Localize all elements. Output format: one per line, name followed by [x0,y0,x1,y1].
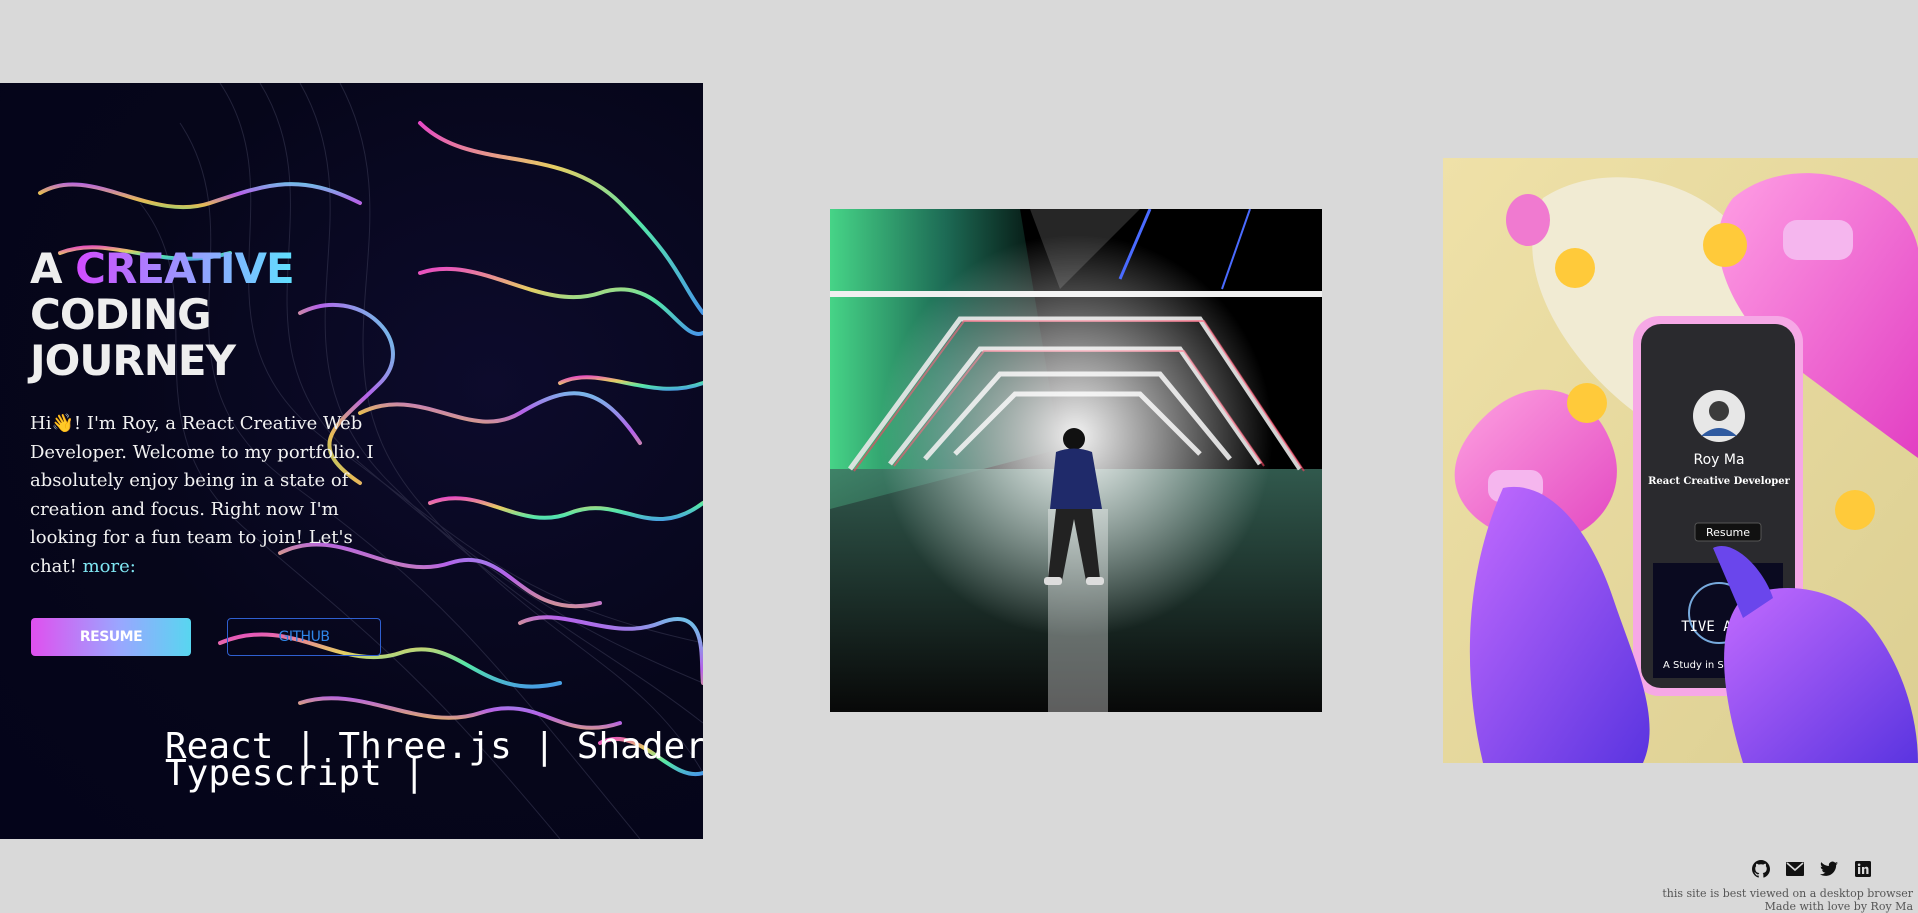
neon-tunnel-art [830,209,1322,712]
github-button[interactable]: GITHUB [227,618,381,656]
laughing-emoji-icon [1567,383,1607,423]
waving-hand-icon: 👋 [51,413,74,434]
neon-tunnel-project-image[interactable] [830,209,1322,712]
hero-title-line2: CODING [30,290,212,339]
heart-eyes-emoji-icon [1703,223,1747,267]
more-link[interactable]: more: [83,556,136,577]
phone-mockup-art: Roy Ma React Creative Developer Resume T… [1443,158,1918,763]
footer-note-line2: Made with love by Roy Ma [1764,900,1913,913]
typed-skills-text: React | Three.js | Shaders | Typescript … [165,726,703,794]
bio-greeting: Hi [30,413,52,434]
hero-title-accent: CREATIVE [75,244,295,293]
mail-icon[interactable] [1784,858,1806,880]
phone-profile-name: Roy Ma [1693,452,1744,468]
wink-emoji-icon [1555,248,1595,288]
bio-paragraph: Hi👋! I'm Roy, a React Creative Web Devel… [30,410,402,581]
footer-social-links [1750,858,1874,880]
phone-profile-role: React Creative Developer [1648,476,1791,487]
hero-panel: A CREATIVE CODING JOURNEY Hi👋! I'm Roy, … [0,83,703,839]
hero-title-line3: JOURNEY [30,336,236,385]
resume-button[interactable]: RESUME [31,618,191,656]
phone-mockup-project-image[interactable]: Roy Ma React Creative Developer Resume T… [1443,158,1918,763]
footer-note-line1: this site is best viewed on a desktop br… [1662,887,1913,900]
twitter-icon[interactable] [1818,858,1840,880]
laughing-emoji-icon-2 [1835,490,1875,530]
footer-note: this site is best viewed on a desktop br… [1662,887,1913,913]
github-icon[interactable] [1750,858,1772,880]
hero-title-prefix: A [30,244,76,293]
bio-text: ! I'm Roy, a React Creative Web Develope… [30,413,374,577]
linkedin-icon[interactable] [1852,858,1874,880]
hero-title: A CREATIVE CODING JOURNEY [30,244,295,385]
phone-resume-label: Resume [1706,526,1750,539]
